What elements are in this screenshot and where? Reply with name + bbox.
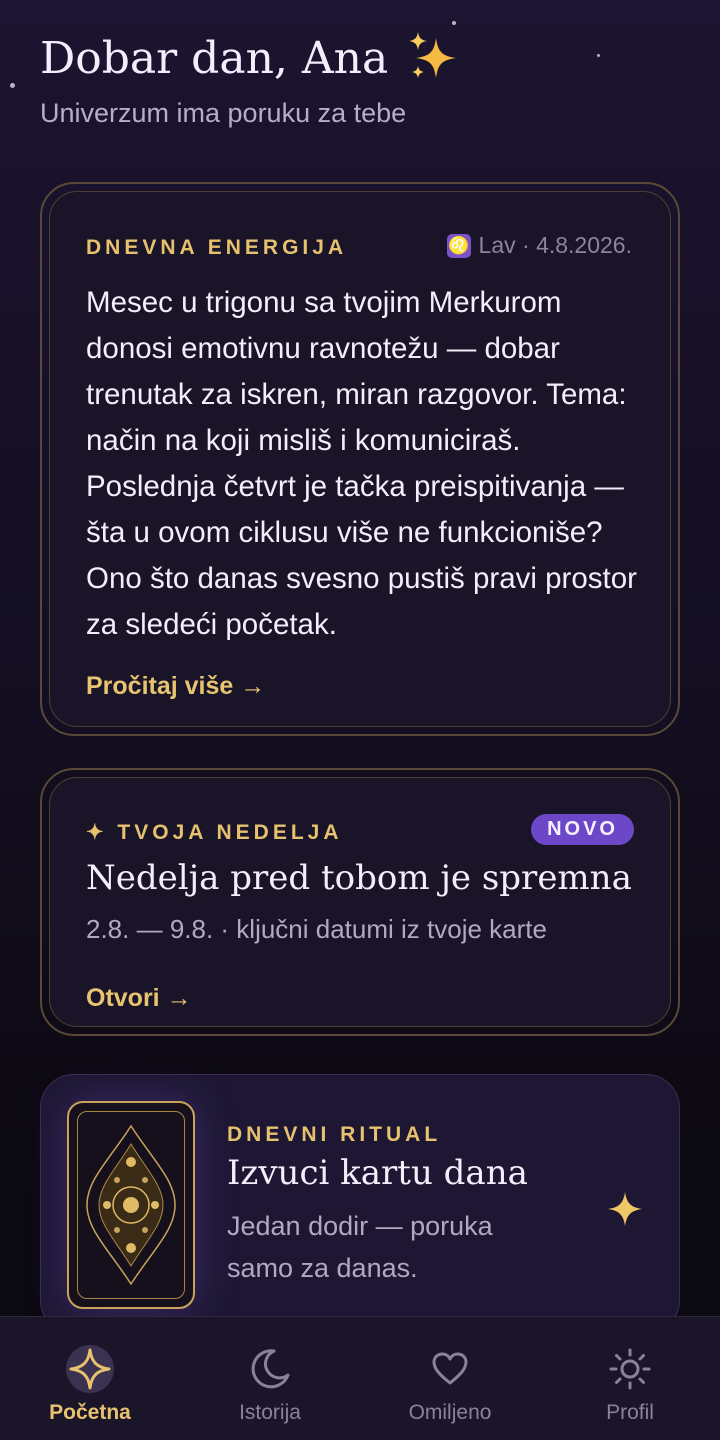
week-subtitle: 2.8. — 9.8. · ključni datumi iz tvoje ka… bbox=[86, 914, 547, 944]
tarot-ornament-icon bbox=[86, 1124, 176, 1286]
nav-label-home: Početna bbox=[49, 1401, 131, 1424]
star-dot bbox=[452, 21, 456, 25]
heart-icon bbox=[432, 1352, 468, 1385]
new-badge: NOVO bbox=[531, 814, 634, 845]
page-title: Dobar dan, Ana bbox=[40, 30, 462, 86]
ritual-eyebrow: DNEVNI RITUAL bbox=[227, 1123, 442, 1146]
week-eyebrow: ✦ TVOJA NEDELJA bbox=[86, 821, 343, 844]
leo-icon: ♌ bbox=[446, 233, 471, 258]
nav-item-profile[interactable]: Profil bbox=[540, 1317, 720, 1440]
daily-ritual-card[interactable]: DNEVNI RITUAL Izvuci kartu dana Jedan do… bbox=[40, 1074, 680, 1334]
greeting-text: Dobar dan, Ana bbox=[40, 32, 389, 84]
moon-icon bbox=[251, 1349, 290, 1389]
read-more-link[interactable]: Pročitaj više → bbox=[86, 672, 265, 701]
sun-icon bbox=[609, 1348, 651, 1390]
nav-item-history[interactable]: Istorija bbox=[180, 1317, 360, 1440]
nav-label-favorites: Omiljeno bbox=[408, 1401, 492, 1424]
ritual-subtitle: Jedan dodir — poruka samo za danas. bbox=[227, 1211, 493, 1283]
star-dot bbox=[597, 54, 600, 57]
week-title: Nedelja pred tobom je spremna bbox=[86, 858, 632, 898]
daily-energy-eyebrow: DNEVNA ENERGIJA bbox=[86, 236, 348, 259]
bottom-nav: Početna Istorija Omiljeno Profil bbox=[0, 1316, 720, 1440]
nav-label-history: Istorija bbox=[239, 1401, 301, 1424]
nav-item-favorites[interactable]: Omiljeno bbox=[360, 1317, 540, 1440]
zodiac-date-meta: ♌ Lav · 4.8.2026. bbox=[446, 232, 632, 259]
star-dot bbox=[10, 83, 15, 88]
ritual-title: Izvuci kartu dana bbox=[227, 1153, 528, 1193]
daily-energy-text: Mesec u trigonu sa tvojim Merkurom donos… bbox=[86, 286, 637, 641]
daily-energy-card[interactable]: DNEVNA ENERGIJA ♌ Lav · 4.8.2026. Mesec … bbox=[40, 182, 680, 736]
tarot-card-image[interactable] bbox=[67, 1101, 195, 1309]
sparkle-icon bbox=[69, 1348, 111, 1390]
open-week-link[interactable]: Otvori → bbox=[86, 984, 192, 1013]
zodiac-date-text: Lav · 4.8.2026. bbox=[478, 232, 632, 258]
page-subtitle: Univerzum ima poruku za tebe bbox=[40, 98, 407, 128]
nav-label-profile: Profil bbox=[606, 1401, 654, 1424]
sparkles-icon bbox=[409, 32, 457, 78]
week-card[interactable]: ✦ TVOJA NEDELJA NOVO Nedelja pred tobom … bbox=[40, 768, 680, 1036]
sparkle-icon bbox=[608, 1192, 642, 1226]
nav-item-home[interactable]: Početna bbox=[0, 1317, 180, 1440]
